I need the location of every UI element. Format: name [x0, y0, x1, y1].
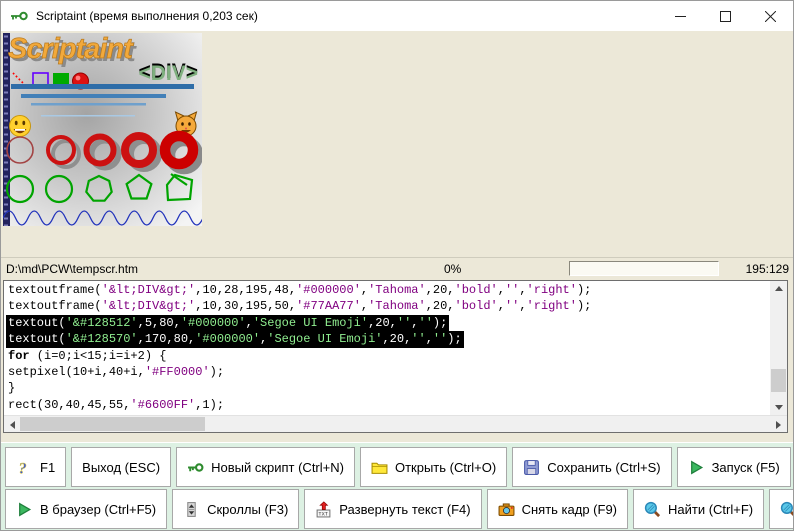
scroll-down-icon[interactable]	[770, 400, 787, 415]
maximize-icon	[720, 11, 731, 22]
svg-text:?: ?	[19, 460, 27, 476]
find-button[interactable]: Найти (Ctrl+F)	[633, 489, 764, 529]
run-icon	[16, 501, 33, 518]
code-line[interactable]: textoutframe('&lt;DIV&gt;',10,28,195,48,…	[8, 282, 770, 298]
button-label: Скроллы (F3)	[207, 502, 288, 517]
help-button[interactable]: ? F1	[5, 447, 66, 487]
logo-text: Scriptaint	[8, 33, 134, 65]
app-window: Scriptaint (время выполнения 0,203 сек)	[0, 0, 794, 531]
statusbar: D:\md\PCW\tempscr.htm 0% 195:129	[1, 257, 793, 279]
capture-frame-button[interactable]: Снять кадр (F9)	[487, 489, 628, 529]
code-line-text: textoutframe('&lt;DIV&gt;',10,28,195,48,…	[8, 282, 591, 298]
to-browser-button[interactable]: В браузер (Ctrl+F5)	[5, 489, 167, 529]
code-line-text: setpixel(10+i,40+i,'#FF0000');	[8, 364, 224, 380]
minimize-icon	[675, 11, 686, 22]
button-label: В браузер (Ctrl+F5)	[40, 502, 156, 517]
app-icon	[10, 9, 28, 23]
titlebar[interactable]: Scriptaint (время выполнения 0,203 сек)	[1, 1, 793, 31]
button-label: Новый скрипт (Ctrl+N)	[211, 460, 344, 475]
camera-icon	[498, 501, 515, 518]
run-button[interactable]: Запуск (F5)	[677, 447, 791, 487]
close-icon	[765, 11, 776, 22]
code-line[interactable]: }	[8, 380, 770, 396]
vertical-scroll-thumb[interactable]	[771, 369, 786, 392]
code-line-text: }	[8, 380, 15, 396]
code-line[interactable]: textout('&#128570',170,80,'#000000','Seg…	[8, 331, 770, 347]
svg-text:TXT: TXT	[319, 511, 329, 517]
window-title: Scriptaint (время выполнения 0,203 сек)	[36, 9, 258, 23]
code-line[interactable]: for (i=0;i<15;i=i+2) {	[8, 348, 770, 364]
expand-text-icon: TXT	[315, 501, 332, 518]
find-next-icon	[780, 501, 794, 518]
button-label: Снять кадр (F9)	[522, 502, 617, 517]
script-editor[interactable]: textoutframe('&lt;DIV&gt;',10,28,195,48,…	[3, 280, 788, 433]
spinner-icon	[183, 501, 200, 518]
code-line[interactable]: textoutframe('&lt;DIV&gt;',10,30,195,50,…	[8, 298, 770, 314]
new-script-button[interactable]: Новый скрипт (Ctrl+N)	[176, 447, 355, 487]
button-label: Выход (ESC)	[82, 460, 160, 475]
cursor-position: 195:129	[746, 262, 789, 276]
smiley-emoji	[10, 116, 31, 137]
button-label: Сохранить (Ctrl+S)	[547, 460, 660, 475]
horizontal-scrollbar[interactable]	[4, 415, 787, 432]
scroll-right-icon[interactable]	[770, 416, 786, 433]
code-line[interactable]: rect(30,40,45,55,'#6600FF',1);	[8, 397, 770, 413]
minimize-button[interactable]	[658, 1, 703, 31]
code-line[interactable]: setpixel(10+i,40+i,'#FF0000');	[8, 364, 770, 380]
scrolls-button[interactable]: Скроллы (F3)	[172, 489, 299, 529]
close-button[interactable]	[748, 1, 793, 31]
button-label: F1	[40, 460, 55, 475]
toolbar-row-2: В браузер (Ctrl+F5) Скроллы (F3) TXT Развер…	[5, 489, 789, 529]
find-icon	[644, 501, 661, 518]
button-label: Развернуть текст (F4)	[339, 502, 470, 517]
horizontal-scroll-thumb[interactable]	[20, 417, 205, 431]
code-line-text: textout('&#128512',5,80,'#000000','Segoe…	[6, 315, 449, 331]
expand-text-button[interactable]: TXT Развернуть текст (F4)	[304, 489, 481, 529]
button-label: Открыть (Ctrl+O)	[395, 460, 496, 475]
progress-percent: 0%	[444, 262, 461, 276]
maximize-button[interactable]	[703, 1, 748, 31]
code-line[interactable]: textout('&#128512',5,80,'#000000','Segoe…	[8, 315, 770, 331]
code-area[interactable]: textoutframe('&lt;DIV&gt;',10,28,195,48,…	[4, 281, 770, 432]
key-icon	[187, 459, 204, 476]
file-path: D:\md\PCW\tempscr.htm	[6, 262, 138, 276]
toolbar: ? F1 Выход (ESC) Новый скрипт (Ctrl+N) Откры…	[1, 442, 793, 531]
save-button[interactable]: Сохранить (Ctrl+S)	[512, 447, 671, 487]
code-line-text: textout('&#128570',170,80,'#000000','Seg…	[6, 331, 464, 347]
code-line-text: textoutframe('&lt;DIV&gt;',10,30,195,50,…	[8, 298, 591, 314]
scroll-up-icon[interactable]	[770, 281, 787, 296]
find-next-button[interactable]: Далее (Ctrl+Shift+F)	[769, 489, 794, 529]
open-button[interactable]: Открыть (Ctrl+O)	[360, 447, 507, 487]
scroll-left-icon[interactable]	[4, 416, 20, 433]
code-line-text: rect(30,40,45,55,'#6600FF',1);	[8, 397, 224, 413]
vertical-scrollbar[interactable]	[770, 281, 787, 415]
save-icon	[523, 459, 540, 476]
preview-canvas: Scriptaint Scriptaint <DIV> <DIV>	[3, 33, 202, 226]
button-label: Запуск (F5)	[712, 460, 780, 475]
run-icon	[688, 459, 705, 476]
help-icon: ?	[16, 459, 33, 476]
code-line-text: for (i=0;i<15;i=i+2) {	[8, 348, 166, 364]
folder-icon	[371, 459, 388, 476]
button-label: Найти (Ctrl+F)	[668, 502, 753, 517]
div-text: <DIV>	[138, 62, 198, 85]
progress-bar	[569, 261, 719, 276]
exit-button[interactable]: Выход (ESC)	[71, 447, 171, 487]
toolbar-row-1: ? F1 Выход (ESC) Новый скрипт (Ctrl+N) Откры…	[5, 447, 789, 487]
